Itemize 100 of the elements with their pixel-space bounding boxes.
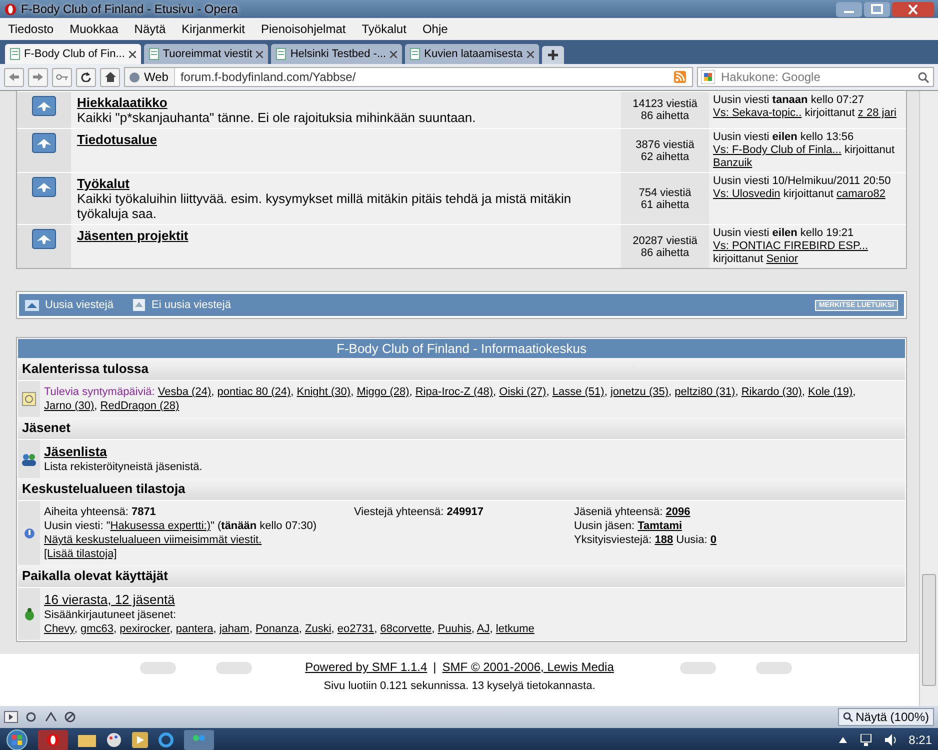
search-icon[interactable] bbox=[918, 72, 929, 82]
stat-label: Uusia: bbox=[676, 534, 708, 546]
online-count-link[interactable]: 16 vierasta, 12 jäsentä bbox=[44, 592, 175, 608]
member-link[interactable]: 68corvette bbox=[380, 623, 432, 635]
member-list-link[interactable]: Jäsenlista bbox=[44, 444, 107, 460]
panel-toggle-icon[interactable] bbox=[4, 711, 18, 723]
maximize-icon[interactable] bbox=[864, 2, 890, 16]
member-link[interactable]: Vesba (24) bbox=[158, 386, 212, 398]
stat-label: Uusin jäsen: bbox=[574, 520, 635, 532]
member-link[interactable]: Oiski (27) bbox=[499, 386, 546, 398]
minimize-icon[interactable] bbox=[836, 2, 862, 16]
member-link[interactable]: jaham bbox=[219, 623, 250, 635]
member-link[interactable]: pantera bbox=[176, 623, 214, 635]
member-link[interactable]: eo2731 bbox=[337, 623, 374, 635]
browser-tab[interactable]: F-Body Club of Fin... bbox=[5, 44, 141, 64]
member-link[interactable]: Chevy bbox=[44, 623, 74, 635]
menu-item[interactable]: Tiedosto bbox=[8, 22, 54, 36]
folder-icon[interactable] bbox=[78, 732, 96, 746]
board-title-link[interactable]: Hiekkalaatikko bbox=[77, 95, 168, 110]
browser-tab[interactable]: Kuvien lataamisesta bbox=[405, 44, 539, 64]
stat-link[interactable]: 188 bbox=[654, 534, 674, 546]
menu-item[interactable]: Muokkaa bbox=[70, 22, 118, 36]
member-link[interactable]: peltzi80 (31) bbox=[674, 386, 736, 398]
media-player-icon[interactable] bbox=[132, 732, 148, 748]
powered-by-link[interactable]: Powered by SMF 1.1.4 bbox=[305, 660, 428, 674]
key-button[interactable] bbox=[52, 68, 72, 86]
member-link[interactable]: Puuhis bbox=[438, 623, 472, 635]
reload-button[interactable] bbox=[76, 68, 96, 86]
recent-posts-link[interactable]: Näytä keskustelualueen viimeisimmät viestit. bbox=[44, 534, 262, 546]
messenger-taskbar-icon[interactable] bbox=[184, 730, 214, 750]
back-button[interactable] bbox=[4, 68, 24, 86]
search-engine-icon[interactable] bbox=[701, 70, 715, 84]
search-input[interactable]: Hakukone: Google bbox=[719, 69, 914, 85]
author-link[interactable]: Senior bbox=[766, 253, 798, 265]
topic-link[interactable]: Vs: Ulosvedin bbox=[713, 188, 780, 200]
topic-link[interactable]: Hakusessa expertti:) bbox=[110, 520, 211, 532]
page-timing: Sivu luotiin 0.121 sekunnissa. 13 kyselyä tietokannasta. bbox=[324, 680, 596, 692]
author-link[interactable]: z 28 jari bbox=[858, 107, 896, 119]
home-icon bbox=[104, 72, 116, 82]
globe-icon bbox=[129, 72, 140, 82]
home-button[interactable] bbox=[100, 68, 120, 86]
menu-item[interactable]: Ohje bbox=[422, 22, 448, 36]
show-hidden-icons[interactable] bbox=[838, 736, 847, 742]
stat-link[interactable]: 2096 bbox=[666, 506, 690, 518]
paint-icon[interactable] bbox=[106, 732, 122, 748]
scrollbar-thumb[interactable] bbox=[922, 574, 936, 686]
browser-tab[interactable]: Helsinki Testbed -... bbox=[271, 44, 402, 64]
member-link[interactable]: Rikardo (30) bbox=[741, 386, 802, 398]
network-icon[interactable] bbox=[44, 711, 58, 723]
forward-button[interactable] bbox=[28, 68, 48, 86]
address-field[interactable]: forum.f-bodyfinland.com/Yabbse/ bbox=[175, 70, 674, 84]
board-title-link[interactable]: Jäsenten projektit bbox=[77, 228, 188, 243]
volume-icon[interactable] bbox=[884, 734, 897, 746]
latest-post-text: Uusin viesti: "Hakusessa expertti:)" (tänään kello 07:30) bbox=[44, 519, 318, 533]
member-link[interactable]: Lasse (51) bbox=[552, 386, 604, 398]
member-link[interactable]: RedDragon (28) bbox=[100, 400, 180, 412]
author-link[interactable]: Banzuik bbox=[713, 157, 752, 169]
member-link[interactable]: Jarno (30) bbox=[44, 400, 94, 412]
member-link[interactable]: pontiac 80 (24) bbox=[217, 386, 291, 398]
author-link[interactable]: camaro82 bbox=[836, 188, 886, 200]
stat-link[interactable]: 0 bbox=[710, 534, 716, 546]
topic-link[interactable]: Vs: Sekava-topic.. bbox=[713, 107, 802, 119]
browser-tab[interactable]: Tuoreimmat viestit bbox=[144, 44, 268, 64]
close-icon[interactable] bbox=[390, 50, 398, 58]
member-link[interactable]: Kole (19) bbox=[808, 386, 853, 398]
topic-link[interactable]: Vs: PONTIAC FIREBIRD ESP... bbox=[713, 240, 868, 252]
block-icon[interactable] bbox=[64, 711, 76, 723]
close-icon[interactable] bbox=[128, 50, 136, 58]
copyright-link[interactable]: SMF © 2001-2006, Lewis Media bbox=[442, 660, 614, 674]
more-stats-link[interactable]: [Lisää tilastoja] bbox=[44, 548, 117, 560]
board-title-link[interactable]: Tiedotusalue bbox=[77, 132, 157, 147]
close-icon[interactable] bbox=[256, 50, 264, 58]
member-link[interactable]: gmc63 bbox=[80, 623, 114, 635]
menu-item[interactable]: Pienoisohjelmat bbox=[261, 22, 346, 36]
topic-count: 86 aihetta bbox=[640, 110, 690, 122]
sync-icon[interactable] bbox=[24, 711, 38, 723]
menu-item[interactable]: Kirjanmerkit bbox=[182, 22, 246, 36]
member-link[interactable]: Tamtami bbox=[638, 520, 682, 532]
member-link[interactable]: Ponanza bbox=[255, 623, 299, 635]
member-link[interactable]: Miggo (28) bbox=[356, 386, 410, 398]
stat-label: Aiheita yhteensä: bbox=[44, 506, 128, 518]
network-tray-icon[interactable] bbox=[858, 734, 873, 746]
zoom-button[interactable]: Näytä (100%) bbox=[838, 708, 934, 726]
start-button-icon[interactable] bbox=[6, 728, 28, 750]
member-link[interactable]: pexirocker bbox=[120, 623, 170, 635]
member-link[interactable]: Zuski bbox=[305, 623, 332, 635]
member-link[interactable]: jonetzu (35) bbox=[610, 386, 669, 398]
close-icon[interactable] bbox=[892, 2, 934, 16]
new-tab-button[interactable] bbox=[542, 46, 564, 64]
menu-item[interactable]: Työkalut bbox=[362, 22, 406, 36]
close-icon[interactable] bbox=[526, 50, 534, 58]
member-link[interactable]: Knight (30) bbox=[296, 386, 351, 398]
member-link[interactable]: AJ bbox=[476, 623, 490, 635]
menu-item[interactable]: Näytä bbox=[134, 22, 166, 36]
member-link[interactable]: letkume bbox=[496, 623, 534, 635]
board-title-link[interactable]: Työkalut bbox=[77, 176, 130, 191]
search-field[interactable]: Hakukone: Google bbox=[697, 67, 934, 87]
member-link[interactable]: Ripa-Iroc-Z (48) bbox=[415, 386, 494, 398]
browser-taskbar-icon[interactable] bbox=[38, 730, 68, 750]
topic-link[interactable]: Vs: F-Body Club of Finla... bbox=[713, 144, 842, 156]
